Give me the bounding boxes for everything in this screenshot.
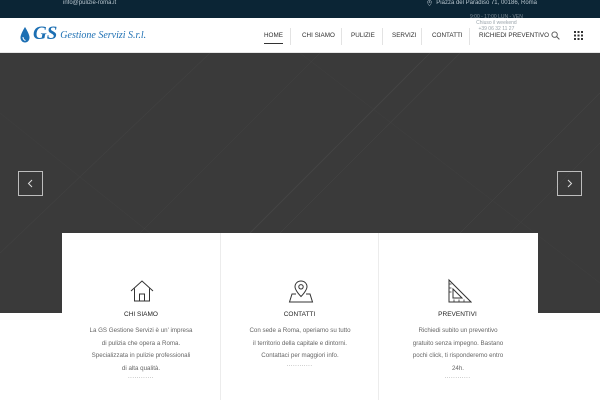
chevron-right-icon — [567, 179, 573, 188]
card-line: Con sede a Roma, operiamo su tutto — [249, 327, 351, 334]
logo-text: Gestione Servizi S.r.l. — [60, 30, 147, 41]
nav-item-servizi[interactable]: SERVIZI — [392, 32, 416, 39]
card-separator: ............ — [286, 362, 313, 368]
water-drop-icon — [20, 27, 30, 43]
card-description: Con sede a Roma, operiamo su tutto il te… — [239, 325, 361, 363]
card-line: di pulizia che opera a Roma. — [101, 339, 181, 347]
feature-card-contatti[interactable]: CONTATTI Con sede a Roma, operiamo su tu… — [220, 233, 378, 400]
nav-item-contatti[interactable]: CONTATTI — [432, 32, 463, 39]
card-title: PREVENTIVI — [438, 311, 477, 318]
location-pin-icon — [427, 0, 433, 6]
card-separator: ............ — [444, 374, 471, 380]
ruler-triangle-icon — [448, 278, 472, 303]
logo-mark: GS — [33, 23, 58, 44]
nav-divider — [421, 28, 422, 45]
opening-hours: 9:00 - 17:00 LUN - VEN Chiuso il weekend… — [470, 14, 523, 32]
nav-divider — [341, 28, 342, 45]
card-title: CONTATTI — [283, 311, 316, 318]
nav-divider — [382, 28, 383, 45]
card-line: Specializzata in pulizie professionali — [91, 352, 191, 359]
nav-divider — [290, 28, 291, 45]
nav-item-home[interactable]: HOME — [264, 32, 283, 44]
map-pin-icon — [288, 280, 314, 303]
contact-email[interactable]: info@pulizie-roma.it — [63, 0, 116, 6]
address-text: Piazza del Paradiso 71, 00186, Roma — [436, 0, 537, 6]
card-line: pochi click, ti risponderemo entro — [412, 352, 504, 359]
card-title: CHI SIAMO — [124, 311, 158, 318]
nav-divider — [469, 28, 470, 45]
card-line: gratuito senza impegno. Bastano — [412, 339, 504, 347]
site-header: GS Gestione Servizi S.r.l. 9:00 - 17:00 … — [0, 14, 600, 53]
grid-menu-icon[interactable] — [574, 31, 583, 40]
feature-card-chi-siamo[interactable]: CHI SIAMO La GS Gestione Servizi è un' i… — [62, 233, 220, 400]
chevron-left-icon — [27, 179, 33, 188]
nav-item-richiedi-preventivo[interactable]: RICHIEDI PREVENTIVO — [479, 32, 549, 39]
site-logo[interactable]: GS Gestione Servizi S.r.l. — [20, 23, 147, 44]
card-line: La GS Gestione Servizi è un' impresa — [89, 327, 193, 334]
card-line: Richiedi subito un preventivo — [418, 327, 498, 334]
card-description: La GS Gestione Servizi è un' impresa di … — [80, 325, 202, 375]
card-description: Richiedi subito un preventivo gratuito s… — [397, 325, 519, 375]
card-separator: ............ — [127, 374, 154, 380]
slider-prev-button[interactable] — [18, 171, 43, 196]
nav-item-pulizie[interactable]: PULIZIE — [351, 32, 375, 39]
card-line: Contattaci per maggiori info. — [261, 352, 339, 359]
contact-address: Piazza del Paradiso 71, 00186, Roma — [427, 0, 537, 6]
feature-cards: CHI SIAMO La GS Gestione Servizi è un' i… — [62, 233, 538, 400]
feature-card-preventivi[interactable]: PREVENTIVI Richiedi subito un preventivo… — [378, 233, 536, 400]
nav-item-chi-siamo[interactable]: CHI SIAMO — [302, 32, 335, 39]
home-icon — [130, 280, 154, 302]
search-icon[interactable] — [551, 31, 560, 40]
slider-next-button[interactable] — [557, 171, 582, 196]
card-line: il territorio della capitale e dintorni. — [253, 339, 347, 347]
